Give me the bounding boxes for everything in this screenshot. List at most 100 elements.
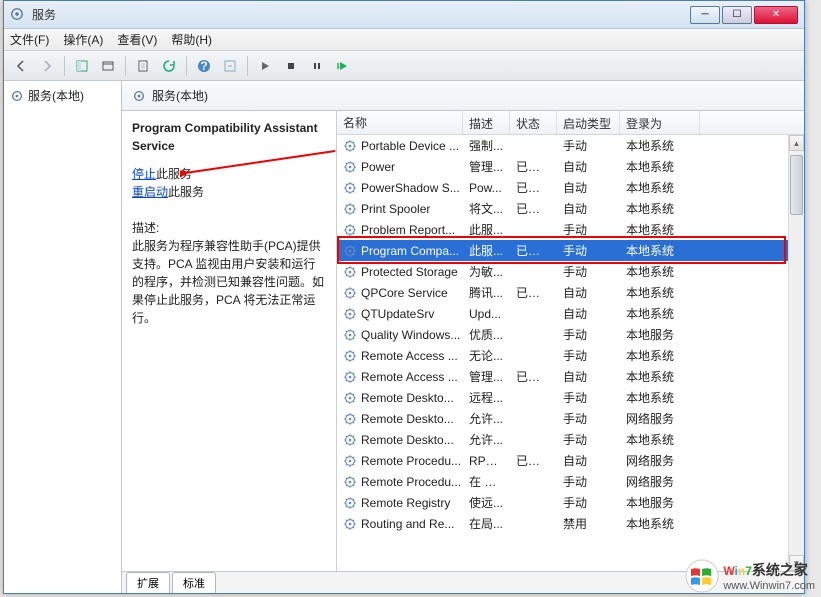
service-icon	[343, 370, 357, 384]
col-name[interactable]: 名称	[337, 111, 463, 134]
service-logon: 本地系统	[620, 221, 700, 238]
col-desc[interactable]: 描述	[463, 111, 510, 134]
service-row[interactable]: Quality Windows...优质...手动本地服务	[337, 324, 804, 345]
service-row[interactable]: Power管理...已启动自动本地系统	[337, 156, 804, 177]
service-logon: 本地系统	[620, 305, 700, 322]
service-row[interactable]: Print Spooler将文...已启动自动本地系统	[337, 198, 804, 219]
minimize-button[interactable]: ─	[690, 6, 720, 24]
service-logon: 本地服务	[620, 494, 700, 511]
service-desc: 允许...	[463, 431, 510, 448]
service-desc: 优质...	[463, 326, 510, 343]
service-startup: 自动	[557, 452, 620, 469]
service-status: 已启动	[510, 200, 557, 217]
service-status: 已启动	[510, 158, 557, 175]
pause-service-button[interactable]	[306, 55, 328, 77]
service-row[interactable]: Remote Procedu...RPC...已启动自动网络服务	[337, 450, 804, 471]
menu-help[interactable]: 帮助(H)	[171, 31, 212, 48]
service-name: Remote Registry	[361, 496, 450, 510]
service-icon	[343, 349, 357, 363]
service-row[interactable]: Remote Deskto...允许...手动本地系统	[337, 429, 804, 450]
selected-service-title: Program Compatibility Assistant Service	[132, 119, 326, 155]
service-startup: 手动	[557, 347, 620, 364]
restart-service-button[interactable]	[332, 55, 354, 77]
service-desc: 在 W...	[463, 473, 510, 490]
show-hide-tree-button[interactable]	[71, 55, 93, 77]
service-row[interactable]: Routing and Re...在局...禁用本地系统	[337, 513, 804, 534]
vertical-scrollbar[interactable]: ▲ ▼	[788, 135, 804, 571]
tree-pane: 服务(本地)	[4, 81, 122, 593]
service-name: Program Compa...	[361, 244, 459, 258]
service-desc: 允许...	[463, 410, 510, 427]
service-desc: 此服...	[463, 221, 510, 238]
service-row[interactable]: Remote Deskto...远程...手动本地系统	[337, 387, 804, 408]
service-row[interactable]: Program Compa...此服...已启动手动本地系统	[337, 240, 804, 261]
service-row[interactable]: Remote Access ...管理...已启动自动本地系统	[337, 366, 804, 387]
service-startup: 自动	[557, 305, 620, 322]
service-desc: 为敏...	[463, 263, 510, 280]
watermark: Win7Win7系统之家系统之家 www.Winwin7.com	[685, 559, 815, 593]
service-startup: 自动	[557, 200, 620, 217]
start-service-button[interactable]	[254, 55, 276, 77]
scroll-thumb[interactable]	[790, 155, 803, 215]
col-logon[interactable]: 登录为	[620, 111, 700, 134]
service-icon	[343, 202, 357, 216]
service-name: PowerShadow S...	[361, 181, 460, 195]
windows-logo-icon	[685, 559, 719, 593]
service-row[interactable]: PowerShadow S...Pow...已启动自动本地系统	[337, 177, 804, 198]
service-name: Problem Report...	[361, 223, 455, 237]
service-row[interactable]: Portable Device ...强制...手动本地系统	[337, 135, 804, 156]
service-desc: 使远...	[463, 494, 510, 511]
service-icon	[343, 160, 357, 174]
service-name: Power	[361, 160, 395, 174]
service-icon	[343, 223, 357, 237]
service-status: 已启动	[510, 452, 557, 469]
maximize-button[interactable]: ☐	[722, 6, 752, 24]
service-desc: 腾讯...	[463, 284, 510, 301]
col-status[interactable]: 状态	[510, 111, 557, 134]
menu-view[interactable]: 查看(V)	[117, 31, 157, 48]
tab-extended[interactable]: 扩展	[126, 572, 170, 593]
services-list: 名称 描述 状态 启动类型 登录为 Portable Device ...强制.…	[337, 111, 804, 571]
service-row[interactable]: Problem Report... 此服... 手动本地系统	[337, 219, 804, 240]
close-button[interactable]: ✕	[754, 6, 798, 24]
service-logon: 本地系统	[620, 368, 700, 385]
service-logon: 网络服务	[620, 452, 700, 469]
back-button[interactable]	[10, 55, 32, 77]
col-startup[interactable]: 启动类型	[557, 111, 620, 134]
service-icon	[343, 286, 357, 300]
service-row[interactable]: Protected Storage为敏...手动本地系统	[337, 261, 804, 282]
service-row[interactable]: Remote Deskto...允许...手动网络服务	[337, 408, 804, 429]
titlebar[interactable]: 服务 ─ ☐ ✕	[4, 1, 804, 29]
help-button[interactable]: ?	[193, 55, 215, 77]
right-pane-header: 服务(本地)	[122, 81, 804, 111]
stop-service-button[interactable]	[280, 55, 302, 77]
scroll-up-button[interactable]: ▲	[789, 135, 804, 151]
service-row[interactable]: Remote Access ...无论...手动本地系统	[337, 345, 804, 366]
service-name: Remote Access ...	[361, 349, 458, 363]
tab-standard[interactable]: 标准	[172, 572, 216, 593]
restart-service-link[interactable]: 重启动	[132, 185, 168, 199]
description-text: 此服务为程序兼容性助手(PCA)提供支持。PCA 监视由用户安装和运行的程序，并…	[132, 237, 326, 327]
tree-item-label: 服务(本地)	[28, 87, 84, 104]
service-row[interactable]: QTUpdateSrvUpd...自动本地系统	[337, 303, 804, 324]
stop-service-link[interactable]: 停止	[132, 167, 156, 181]
service-row[interactable]: QPCore Service腾讯...已启动自动本地系统	[337, 282, 804, 303]
service-row[interactable]: Remote Procedu...在 W...手动网络服务	[337, 471, 804, 492]
service-row[interactable]: Remote Registry使远...手动本地服务	[337, 492, 804, 513]
forward-button[interactable]	[36, 55, 58, 77]
service-name: Quality Windows...	[361, 328, 460, 342]
service-startup: 自动	[557, 284, 620, 301]
description-label: 描述:	[132, 219, 326, 237]
menu-action[interactable]: 操作(A)	[63, 31, 103, 48]
filters-button[interactable]	[219, 55, 241, 77]
tree-item-services-local[interactable]: 服务(本地)	[8, 85, 117, 106]
service-startup: 手动	[557, 221, 620, 238]
toolbar: ?	[4, 51, 804, 81]
export-button[interactable]	[97, 55, 119, 77]
service-startup: 手动	[557, 389, 620, 406]
service-name: Remote Deskto...	[361, 412, 454, 426]
menu-file[interactable]: 文件(F)	[10, 31, 49, 48]
refresh-button[interactable]	[158, 55, 180, 77]
service-icon	[343, 307, 357, 321]
properties-button[interactable]	[132, 55, 154, 77]
